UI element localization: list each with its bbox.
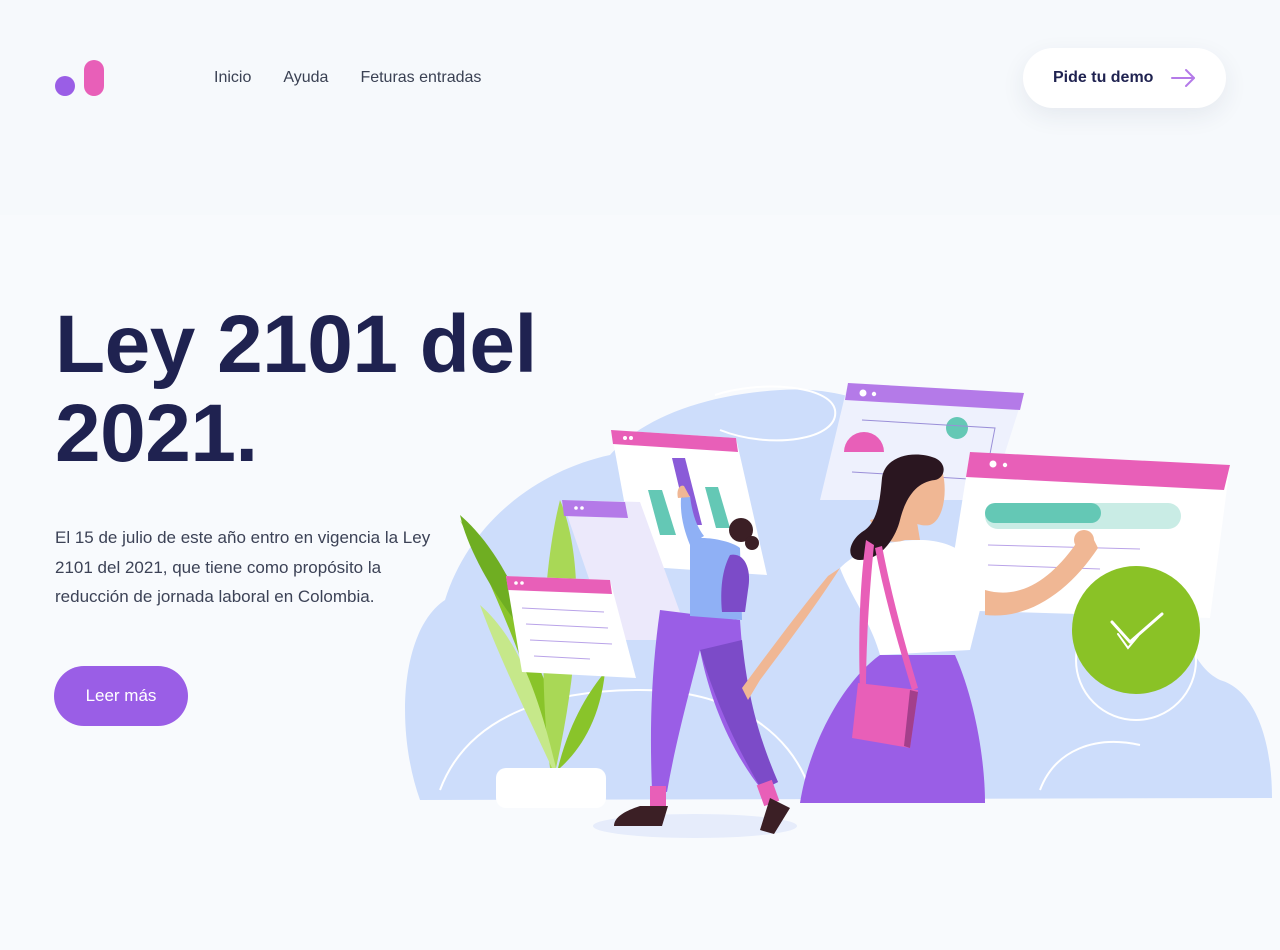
nav-item-inicio[interactable]: Inicio — [214, 67, 251, 89]
logo-dot — [55, 76, 75, 96]
arrow-right-icon — [1171, 69, 1195, 87]
plant-pot — [496, 768, 606, 808]
nav-item-ayuda[interactable]: Ayuda — [283, 67, 328, 89]
hero-illustration — [405, 383, 1280, 850]
demo-button[interactable]: Pide tu demo — [1023, 48, 1226, 108]
nav-item-futuras-entradas[interactable]: Feturas entradas — [360, 67, 481, 89]
demo-button-label: Pide tu demo — [1053, 69, 1154, 86]
logo-pill — [84, 60, 104, 96]
logo[interactable] — [55, 60, 105, 97]
main-nav: Inicio Ayuda Feturas entradas — [214, 67, 481, 89]
read-more-button[interactable]: Leer más — [54, 666, 188, 726]
